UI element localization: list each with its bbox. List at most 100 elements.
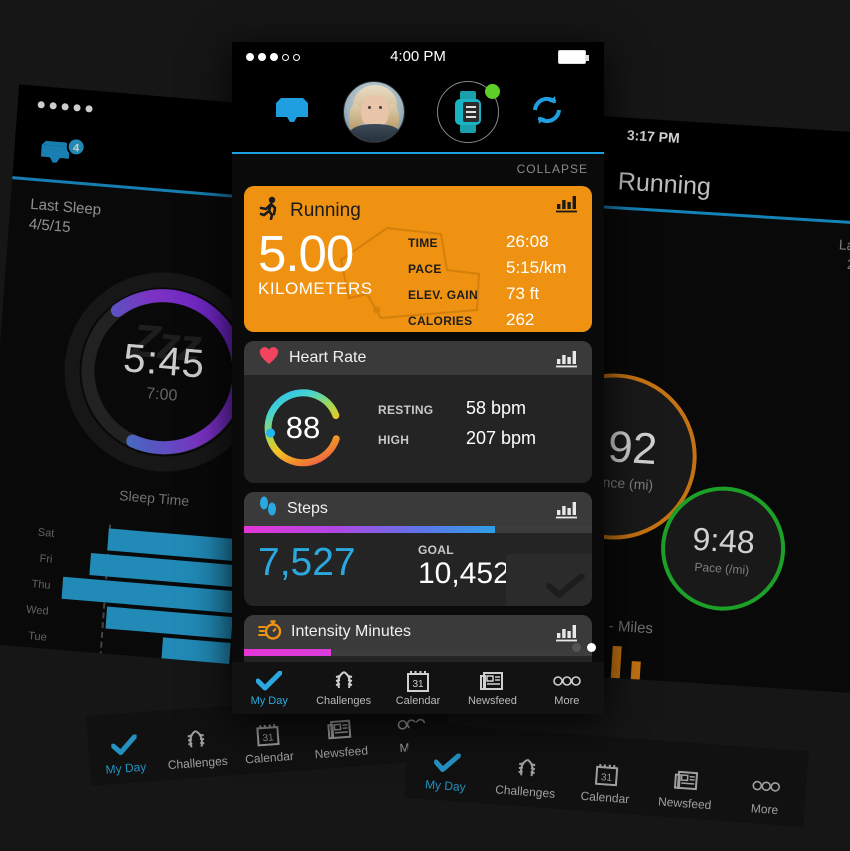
steps-card-body: 7,527 GOAL 10,452	[244, 533, 592, 606]
intensity-progress-fill	[244, 649, 331, 656]
bar-chart-icon[interactable]	[556, 348, 578, 373]
inbox-badge: 4	[66, 136, 87, 158]
tab-challenges[interactable]: Challenges	[485, 753, 568, 802]
heart-icon	[258, 346, 280, 370]
card-heart-rate[interactable]: Heart Rate 88 RESTING 58 bpm HIGH 207 bp…	[244, 341, 592, 483]
avatar[interactable]	[343, 81, 406, 143]
sleep-duration: 5:45	[121, 335, 207, 387]
tab-label: Calendar	[580, 788, 630, 807]
tab-newsfeed[interactable]: Newsfeed	[644, 765, 727, 814]
bar-chart-icon[interactable]	[556, 499, 578, 524]
tab-label: Challenges	[167, 753, 229, 773]
tab-newsfeed[interactable]: Newsfeed	[303, 714, 378, 762]
inbox-icon[interactable]	[272, 94, 312, 131]
tab-my-day[interactable]: My Day	[232, 669, 306, 707]
right-status-time: 3:17 PM	[626, 126, 681, 147]
newspaper-icon	[646, 765, 728, 797]
tab-label: Newsfeed	[314, 743, 369, 762]
running-primary-metric: 5.00 KILOMETERS	[258, 227, 408, 332]
steps-progress-track	[244, 526, 592, 533]
bar-label: Fri	[39, 552, 53, 566]
main-tab-bar[interactable]: My Day Challenges 31 Calendar Newsfeed M…	[232, 662, 604, 714]
stat-value: 262	[506, 310, 535, 329]
tab-label: More	[750, 801, 779, 818]
card-steps[interactable]: Steps 7,527 GOAL 10,452	[244, 492, 592, 606]
heart-rate-value: 88	[285, 410, 321, 445]
collapse-button[interactable]: COLLAPSE	[517, 162, 588, 176]
tab-label: Newsfeed	[467, 695, 517, 707]
tab-label: More	[554, 695, 580, 707]
stat-value: 5:15/km	[506, 258, 567, 277]
heart-rate-stats: RESTING 58 bpm HIGH 207 bpm	[344, 398, 578, 458]
running-bar-chart[interactable]: 7/8	[565, 645, 850, 696]
tab-calendar[interactable]: 31 Calendar	[565, 759, 648, 808]
watch-device-icon[interactable]	[436, 81, 500, 143]
tab-challenges[interactable]: Challenges	[159, 724, 234, 772]
stat-row: CALORIES 262	[408, 310, 578, 330]
intensity-progress-track	[244, 649, 592, 656]
tab-calendar[interactable]: 31 Calendar	[381, 669, 455, 707]
tab-calendar[interactable]: 31 Calendar	[231, 719, 306, 767]
laurel-icon	[306, 669, 380, 693]
stat-row: HIGH 207 bpm	[378, 428, 578, 449]
main-page-dots[interactable]	[572, 643, 596, 652]
screenshot-stage: 3:17 P 4 Slee Last Sleep 4/5/15	[0, 0, 850, 851]
stat-key: ELEV. GAIN	[408, 288, 478, 302]
steps-goal-block: GOAL 10,452	[418, 543, 510, 590]
check-icon	[232, 669, 306, 693]
chart-bar	[606, 645, 622, 696]
sleep-goal: 7:00	[145, 384, 178, 405]
chart-bar	[626, 661, 641, 696]
tab-more[interactable]: More	[724, 770, 807, 819]
calendar-31-icon: 31	[566, 759, 648, 791]
stat-key: RESTING	[378, 403, 434, 417]
stat-row: PACE 5:15/km	[408, 258, 578, 278]
steps-value: 7,527	[258, 541, 356, 584]
inbox-icon[interactable]: 4	[37, 136, 87, 176]
tab-label: Calendar	[244, 748, 295, 767]
footprints-icon	[258, 496, 278, 523]
stat-key: CALORIES	[408, 314, 473, 328]
tab-my-day[interactable]: My Day	[405, 747, 488, 796]
collapse-bar[interactable]: COLLAPSE	[232, 154, 604, 186]
stopwatch-icon	[258, 619, 282, 646]
right-phone-tab-bar[interactable]: My Day Challenges 31 Calendar Newsfeed M…	[404, 722, 809, 828]
stat-row: TIME 26:08	[408, 232, 578, 252]
stat-value: 26:08	[506, 232, 549, 251]
steps-goal-value: 10,452	[418, 557, 510, 590]
left-signal-dots	[37, 101, 93, 113]
tab-more[interactable]: More	[530, 669, 604, 707]
background-phone-running[interactable]: 3:17 PM Running Last Sync 2:34 PM 4.92 D…	[564, 116, 850, 696]
newspaper-icon	[455, 669, 529, 693]
steps-card-header: Steps	[244, 492, 592, 526]
running-distance-unit: KILOMETERS	[258, 278, 373, 298]
check-icon	[87, 730, 161, 761]
main-status-bar: 4:00 PM	[232, 42, 604, 72]
status-time: 4:00 PM	[390, 48, 446, 65]
tab-label: My Day	[424, 777, 467, 795]
tab-my-day[interactable]: My Day	[87, 730, 162, 778]
bar-label: Sat	[37, 526, 55, 540]
running-stats: TIME 26:08 PACE 5:15/km ELEV. GAIN 73 ft CA…	[408, 227, 578, 332]
bar-chart-icon[interactable]	[556, 193, 578, 218]
main-nav-bar	[232, 72, 604, 154]
card-list: Running 5.00 KILOMETERS TIME 26:08 PACE …	[232, 186, 604, 682]
bar-label: Thu	[31, 577, 51, 592]
device-connected-indicator	[484, 84, 500, 99]
tab-label: Calendar	[395, 695, 441, 707]
calendar-31-icon: 31	[231, 719, 305, 750]
sync-icon[interactable]	[530, 93, 564, 132]
heart-rate-card-header: Heart Rate	[244, 341, 592, 375]
steps-progress-fill	[244, 526, 495, 533]
tab-newsfeed[interactable]: Newsfeed	[455, 669, 529, 707]
tab-label: My Day	[250, 695, 288, 707]
steps-goal-label: GOAL	[418, 543, 454, 557]
tab-challenges[interactable]: Challenges	[306, 669, 380, 707]
pace-value: 9:48	[691, 520, 756, 561]
tab-label: Challenges	[316, 695, 372, 707]
right-page-title: Running	[617, 167, 712, 202]
card-running[interactable]: Running 5.00 KILOMETERS TIME 26:08 PACE …	[244, 186, 592, 332]
laurel-icon	[159, 724, 233, 755]
stat-row: RESTING 58 bpm	[378, 398, 578, 419]
ellipsis-icon	[725, 770, 807, 802]
